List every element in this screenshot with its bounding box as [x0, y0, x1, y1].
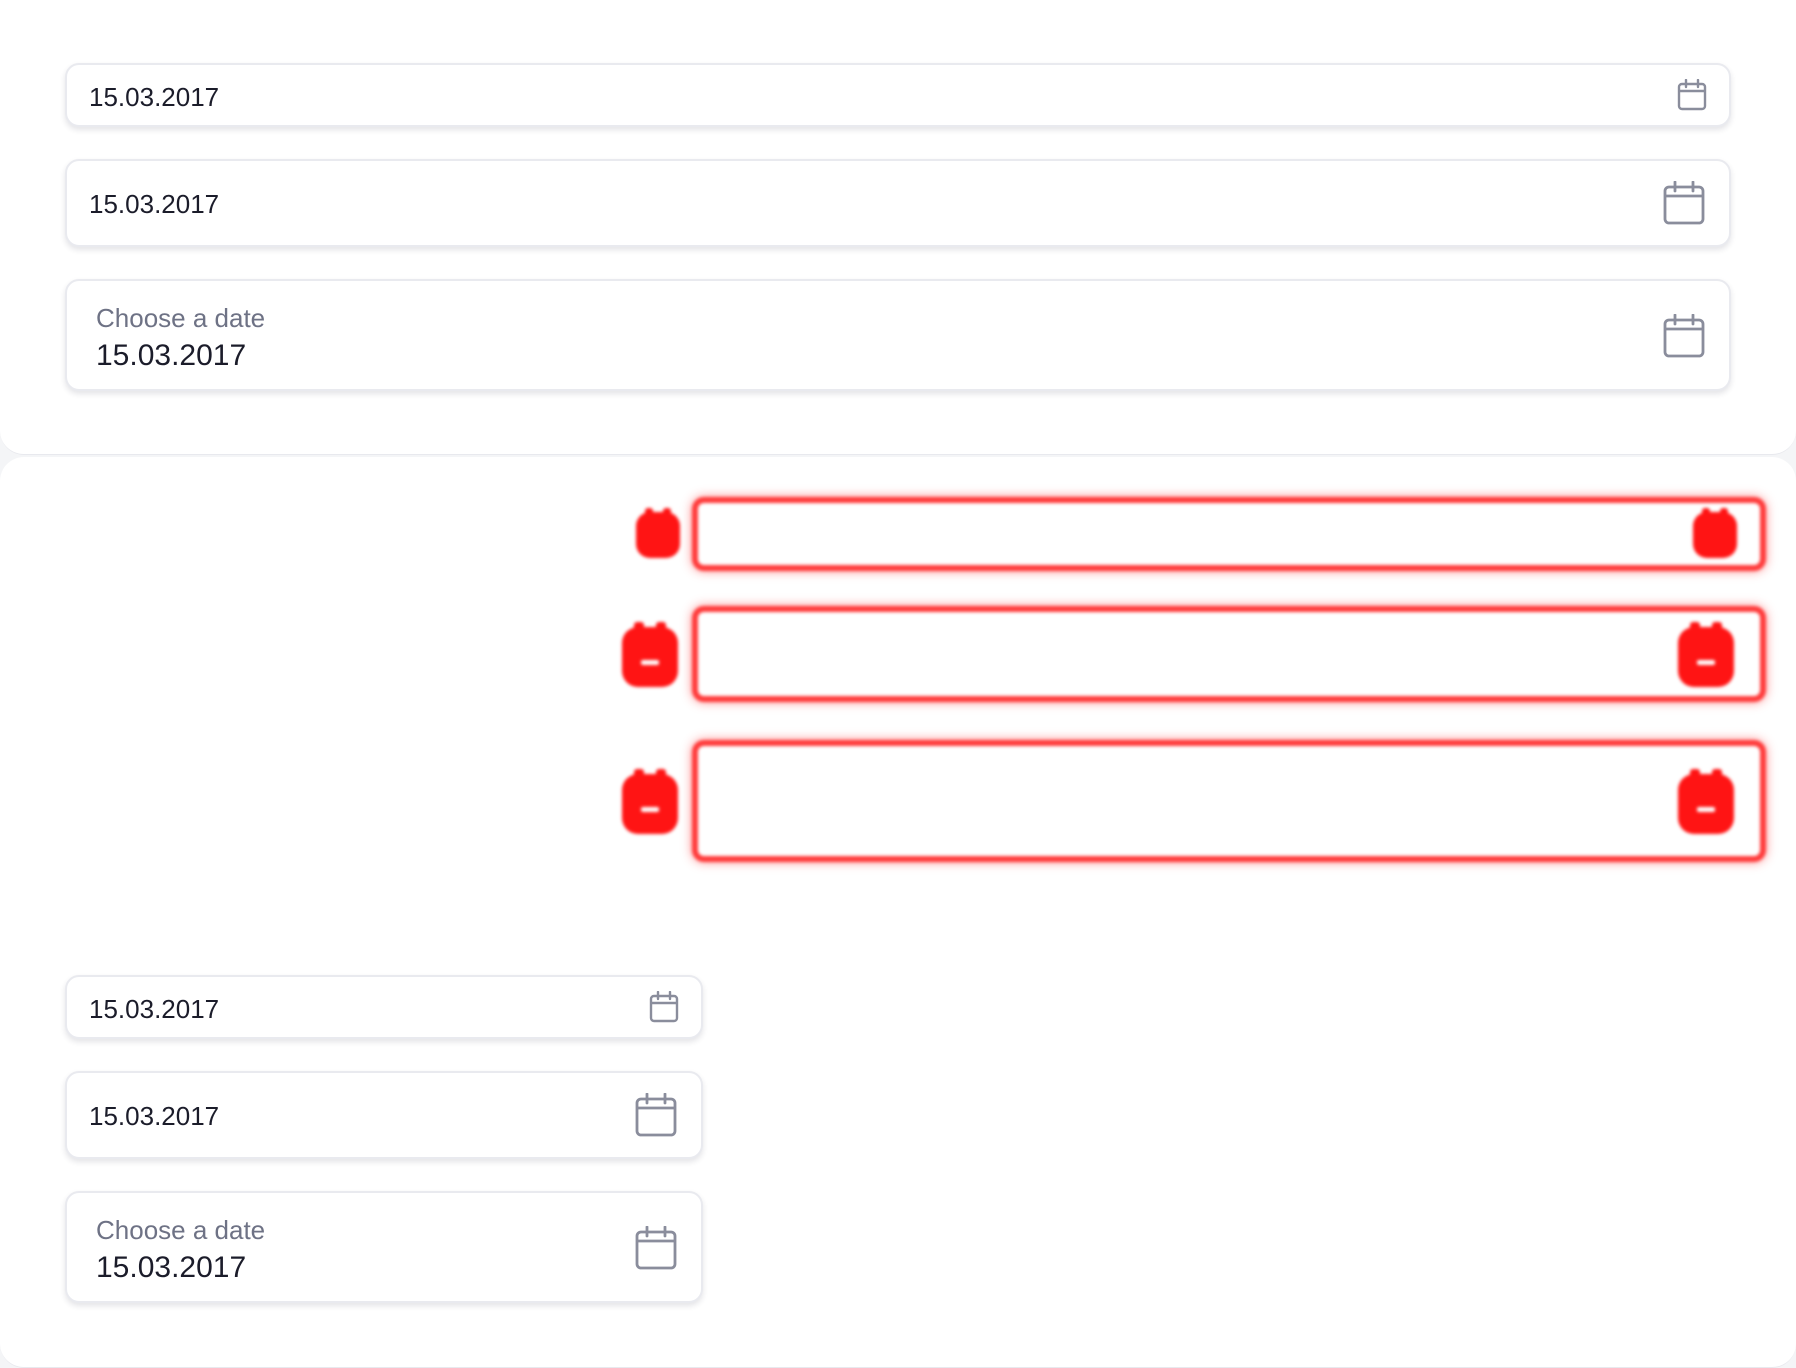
date-value: 15.03.2017	[89, 82, 220, 112]
date-field-labeled[interactable]: Choose a date 15.03.2017	[65, 1191, 703, 1303]
calendar-icon[interactable]	[635, 1226, 677, 1270]
calendar-icon[interactable]	[649, 991, 679, 1023]
date-value: 15.03.2017	[89, 1101, 220, 1131]
red-highlight-overlay	[610, 492, 1766, 882]
red-highlight-bar	[692, 606, 1766, 702]
date-field-small[interactable]: 15.03.2017	[65, 975, 703, 1039]
calendar-icon[interactable]	[1663, 181, 1705, 225]
calendar-icon	[621, 769, 679, 840]
red-highlight-bar	[692, 497, 1766, 571]
date-value: 15.03.2017	[96, 1251, 247, 1284]
top-panel: 15.03.2017 15.03.2017 Choose a date 15.0…	[0, 0, 1796, 455]
date-value: 15.03.2017	[89, 994, 220, 1024]
calendar-icon[interactable]	[635, 1093, 677, 1137]
calendar-icon	[1677, 769, 1735, 840]
calendar-icon[interactable]	[1677, 79, 1707, 111]
red-highlight-bar	[692, 740, 1766, 862]
date-value: 15.03.2017	[89, 189, 220, 219]
calendar-icon	[621, 622, 679, 693]
date-field-labeled[interactable]: Choose a date 15.03.2017	[65, 279, 1731, 391]
date-field-medium[interactable]: 15.03.2017	[65, 159, 1731, 247]
date-field-label: Choose a date	[96, 303, 266, 333]
calendar-icon	[1677, 622, 1735, 693]
calendar-icon	[635, 508, 681, 565]
date-field-label: Choose a date	[96, 1215, 266, 1245]
date-field-small[interactable]: 15.03.2017	[65, 63, 1731, 127]
calendar-icon	[1692, 508, 1738, 565]
date-field-medium[interactable]: 15.03.2017	[65, 1071, 703, 1159]
date-value: 15.03.2017	[96, 339, 247, 372]
calendar-icon[interactable]	[1663, 314, 1705, 358]
